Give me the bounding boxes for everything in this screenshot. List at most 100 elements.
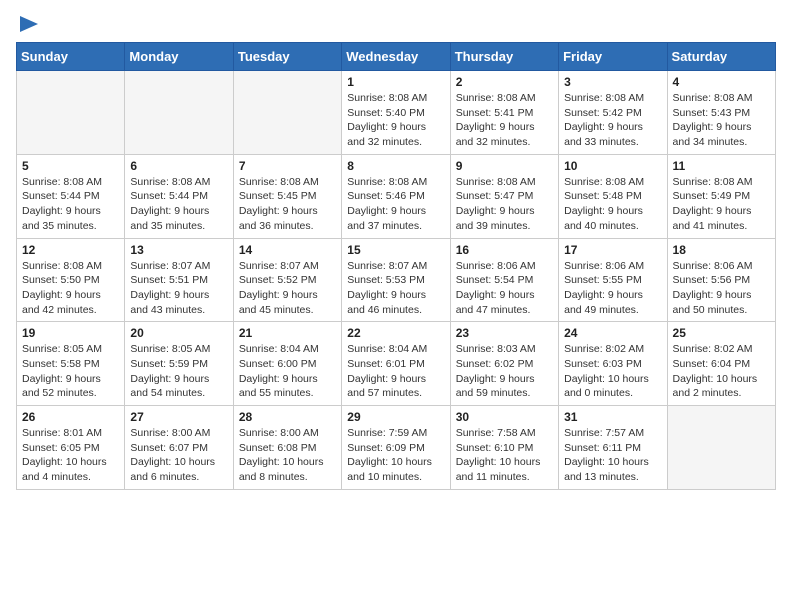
day-detail: Sunrise: 8:06 AM Sunset: 5:55 PM Dayligh…	[564, 259, 661, 318]
day-number: 25	[673, 326, 770, 340]
day-detail: Sunrise: 7:58 AM Sunset: 6:10 PM Dayligh…	[456, 426, 553, 485]
calendar-cell	[667, 406, 775, 490]
day-detail: Sunrise: 7:57 AM Sunset: 6:11 PM Dayligh…	[564, 426, 661, 485]
calendar-cell: 26 Sunrise: 8:01 AM Sunset: 6:05 PM Dayli…	[17, 406, 125, 490]
day-detail: Sunrise: 8:04 AM Sunset: 6:00 PM Dayligh…	[239, 342, 336, 401]
day-number: 10	[564, 159, 661, 173]
day-detail: Sunrise: 8:08 AM Sunset: 5:42 PM Dayligh…	[564, 91, 661, 150]
day-number: 6	[130, 159, 227, 173]
day-number: 7	[239, 159, 336, 173]
day-detail: Sunrise: 8:01 AM Sunset: 6:05 PM Dayligh…	[22, 426, 119, 485]
day-detail: Sunrise: 8:08 AM Sunset: 5:48 PM Dayligh…	[564, 175, 661, 234]
day-detail: Sunrise: 8:08 AM Sunset: 5:47 PM Dayligh…	[456, 175, 553, 234]
calendar-cell: 24 Sunrise: 8:02 AM Sunset: 6:03 PM Dayli…	[559, 322, 667, 406]
calendar-cell: 25 Sunrise: 8:02 AM Sunset: 6:04 PM Dayli…	[667, 322, 775, 406]
calendar-day-header: Wednesday	[342, 43, 450, 71]
day-number: 26	[22, 410, 119, 424]
calendar-day-header: Friday	[559, 43, 667, 71]
calendar-day-header: Thursday	[450, 43, 558, 71]
day-number: 19	[22, 326, 119, 340]
day-detail: Sunrise: 7:59 AM Sunset: 6:09 PM Dayligh…	[347, 426, 444, 485]
calendar-cell: 8 Sunrise: 8:08 AM Sunset: 5:46 PM Daylig…	[342, 154, 450, 238]
calendar-cell	[233, 71, 341, 155]
calendar-cell: 21 Sunrise: 8:04 AM Sunset: 6:00 PM Dayli…	[233, 322, 341, 406]
day-number: 31	[564, 410, 661, 424]
day-detail: Sunrise: 8:06 AM Sunset: 5:54 PM Dayligh…	[456, 259, 553, 318]
day-number: 16	[456, 243, 553, 257]
day-number: 29	[347, 410, 444, 424]
calendar-cell: 6 Sunrise: 8:08 AM Sunset: 5:44 PM Daylig…	[125, 154, 233, 238]
day-detail: Sunrise: 8:03 AM Sunset: 6:02 PM Dayligh…	[456, 342, 553, 401]
calendar-day-header: Tuesday	[233, 43, 341, 71]
day-number: 11	[673, 159, 770, 173]
calendar-table: SundayMondayTuesdayWednesdayThursdayFrid…	[16, 42, 776, 490]
calendar-cell: 12 Sunrise: 8:08 AM Sunset: 5:50 PM Dayli…	[17, 238, 125, 322]
calendar-cell: 18Sunrise: 8:06 AM Sunset: 5:56 PM Dayli…	[667, 238, 775, 322]
calendar-week-row: 26 Sunrise: 8:01 AM Sunset: 6:05 PM Dayli…	[17, 406, 776, 490]
day-detail: Sunrise: 8:04 AM Sunset: 6:01 PM Dayligh…	[347, 342, 444, 401]
page-header	[16, 16, 776, 32]
day-detail: Sunrise: 8:08 AM Sunset: 5:49 PM Dayligh…	[673, 175, 770, 234]
calendar-cell: 9 Sunrise: 8:08 AM Sunset: 5:47 PM Daylig…	[450, 154, 558, 238]
day-detail: Sunrise: 8:08 AM Sunset: 5:41 PM Dayligh…	[456, 91, 553, 150]
day-detail: Sunrise: 8:08 AM Sunset: 5:50 PM Dayligh…	[22, 259, 119, 318]
day-number: 4	[673, 75, 770, 89]
day-number: 17	[564, 243, 661, 257]
calendar-week-row: 1 Sunrise: 8:08 AM Sunset: 5:40 PM Daylig…	[17, 71, 776, 155]
calendar-cell: 7 Sunrise: 8:08 AM Sunset: 5:45 PM Daylig…	[233, 154, 341, 238]
calendar-cell: 2 Sunrise: 8:08 AM Sunset: 5:41 PM Daylig…	[450, 71, 558, 155]
calendar-day-header: Saturday	[667, 43, 775, 71]
day-number: 12	[22, 243, 119, 257]
calendar-cell: 19Sunrise: 8:05 AM Sunset: 5:58 PM Dayli…	[17, 322, 125, 406]
day-number: 23	[456, 326, 553, 340]
day-number: 9	[456, 159, 553, 173]
calendar-cell: 14 Sunrise: 8:07 AM Sunset: 5:52 PM Dayli…	[233, 238, 341, 322]
logo-flag-icon	[20, 16, 38, 32]
calendar-cell: 13Sunrise: 8:07 AM Sunset: 5:51 PM Dayli…	[125, 238, 233, 322]
day-number: 14	[239, 243, 336, 257]
day-detail: Sunrise: 8:08 AM Sunset: 5:44 PM Dayligh…	[130, 175, 227, 234]
calendar-cell: 15Sunrise: 8:07 AM Sunset: 5:53 PM Dayli…	[342, 238, 450, 322]
day-number: 1	[347, 75, 444, 89]
calendar-cell: 23 Sunrise: 8:03 AM Sunset: 6:02 PM Dayli…	[450, 322, 558, 406]
day-number: 20	[130, 326, 227, 340]
calendar-cell	[125, 71, 233, 155]
day-detail: Sunrise: 8:08 AM Sunset: 5:45 PM Dayligh…	[239, 175, 336, 234]
day-number: 30	[456, 410, 553, 424]
day-number: 24	[564, 326, 661, 340]
day-detail: Sunrise: 8:07 AM Sunset: 5:52 PM Dayligh…	[239, 259, 336, 318]
calendar-week-row: 5 Sunrise: 8:08 AM Sunset: 5:44 PM Daylig…	[17, 154, 776, 238]
day-detail: Sunrise: 8:00 AM Sunset: 6:08 PM Dayligh…	[239, 426, 336, 485]
calendar-cell	[17, 71, 125, 155]
day-detail: Sunrise: 8:07 AM Sunset: 5:53 PM Dayligh…	[347, 259, 444, 318]
calendar-cell: 17 Sunrise: 8:06 AM Sunset: 5:55 PM Dayli…	[559, 238, 667, 322]
calendar-week-row: 12 Sunrise: 8:08 AM Sunset: 5:50 PM Dayli…	[17, 238, 776, 322]
day-number: 8	[347, 159, 444, 173]
day-detail: Sunrise: 8:08 AM Sunset: 5:46 PM Dayligh…	[347, 175, 444, 234]
day-number: 2	[456, 75, 553, 89]
day-number: 28	[239, 410, 336, 424]
day-number: 21	[239, 326, 336, 340]
calendar-cell: 22 Sunrise: 8:04 AM Sunset: 6:01 PM Dayli…	[342, 322, 450, 406]
day-number: 5	[22, 159, 119, 173]
calendar-cell: 3 Sunrise: 8:08 AM Sunset: 5:42 PM Daylig…	[559, 71, 667, 155]
calendar-cell: 1 Sunrise: 8:08 AM Sunset: 5:40 PM Daylig…	[342, 71, 450, 155]
calendar-header-row: SundayMondayTuesdayWednesdayThursdayFrid…	[17, 43, 776, 71]
calendar-cell: 4Sunrise: 8:08 AM Sunset: 5:43 PM Daylig…	[667, 71, 775, 155]
day-detail: Sunrise: 8:08 AM Sunset: 5:40 PM Dayligh…	[347, 91, 444, 150]
calendar-cell: 11 Sunrise: 8:08 AM Sunset: 5:49 PM Dayli…	[667, 154, 775, 238]
day-detail: Sunrise: 8:02 AM Sunset: 6:04 PM Dayligh…	[673, 342, 770, 401]
calendar-cell: 29 Sunrise: 7:59 AM Sunset: 6:09 PM Dayli…	[342, 406, 450, 490]
calendar-cell: 16 Sunrise: 8:06 AM Sunset: 5:54 PM Dayli…	[450, 238, 558, 322]
day-detail: Sunrise: 8:00 AM Sunset: 6:07 PM Dayligh…	[130, 426, 227, 485]
day-number: 22	[347, 326, 444, 340]
day-number: 3	[564, 75, 661, 89]
day-number: 18	[673, 243, 770, 257]
calendar-cell: 20Sunrise: 8:05 AM Sunset: 5:59 PM Dayli…	[125, 322, 233, 406]
calendar-cell: 5Sunrise: 8:08 AM Sunset: 5:44 PM Daylig…	[17, 154, 125, 238]
day-detail: Sunrise: 8:02 AM Sunset: 6:03 PM Dayligh…	[564, 342, 661, 401]
calendar-cell: 10 Sunrise: 8:08 AM Sunset: 5:48 PM Dayli…	[559, 154, 667, 238]
day-number: 27	[130, 410, 227, 424]
calendar-cell: 30 Sunrise: 7:58 AM Sunset: 6:10 PM Dayli…	[450, 406, 558, 490]
calendar-day-header: Sunday	[17, 43, 125, 71]
